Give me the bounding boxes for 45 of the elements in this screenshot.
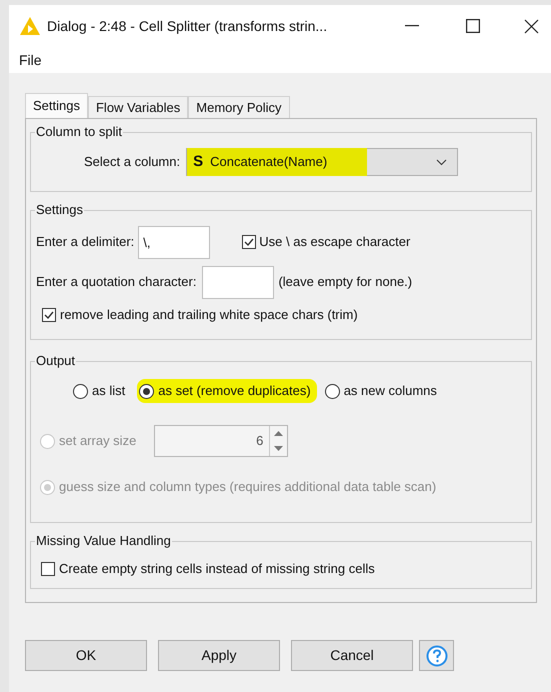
field-label: Enter a delimiter:: [36, 233, 134, 252]
field-label: Select a column:: [84, 153, 180, 172]
column-dropdown[interactable]: S Concatenate(Name): [186, 148, 458, 176]
app-logo-icon: [19, 16, 41, 36]
checkbox[interactable]: [41, 562, 55, 576]
radio-label: as new columns: [344, 382, 437, 400]
radio-label: as set (remove duplicates): [158, 382, 311, 400]
radio-label: set array size: [59, 432, 136, 450]
radio-label: guess size and column types (requires additional data table scan): [59, 478, 436, 496]
dialog-button[interactable]: Apply: [158, 640, 280, 671]
chevron-down-icon: [436, 159, 448, 166]
dropdown-value: Concatenate(Name): [210, 153, 328, 172]
spinner-value: 6: [255, 432, 264, 450]
type-letter: S: [193, 152, 204, 172]
group-title: Column to split: [35, 124, 123, 140]
group-title: Missing Value Handling: [35, 533, 172, 549]
radio-button[interactable]: [73, 384, 88, 398]
checkbox-label: Create empty string cells instead of missing string cells: [59, 560, 375, 578]
checkbox-label: Use \ as escape character: [259, 233, 410, 252]
window-title: Dialog - 2:48 - Cell Splitter (transforms strin...: [47, 16, 328, 36]
tab[interactable]: Memory Policy: [188, 96, 290, 118]
quotation-field[interactable]: [202, 266, 274, 298]
tab[interactable]: Settings: [25, 93, 88, 118]
help-icon: [426, 644, 448, 666]
group-title: Settings: [35, 202, 84, 218]
radio-label: as list: [92, 382, 126, 400]
dialog-button[interactable]: Cancel: [291, 640, 413, 671]
help-button[interactable]: [419, 640, 454, 671]
dialog-button[interactable]: OK: [25, 640, 147, 671]
checkbox[interactable]: [242, 235, 256, 249]
spin-down-icon[interactable]: [274, 446, 284, 451]
checkbox-label: remove leading and trailing white space chars (trim): [60, 306, 358, 324]
group-title: Output: [35, 353, 76, 369]
delimiter-field[interactable]: \,: [138, 226, 210, 258]
tab[interactable]: Flow Variables: [88, 96, 188, 118]
field-label: Enter a quotation character:: [36, 273, 196, 292]
radio-button[interactable]: [139, 384, 154, 398]
minimize-icon[interactable]: [405, 25, 419, 27]
menu-item[interactable]: File: [18, 50, 43, 70]
close-icon[interactable]: [524, 18, 539, 34]
radio-button[interactable]: [324, 384, 340, 398]
spin-up-icon[interactable]: [274, 431, 284, 436]
maximize-icon[interactable]: [466, 19, 480, 33]
checkbox[interactable]: [42, 308, 56, 322]
hint-text: (leave empty for none.): [278, 273, 412, 292]
